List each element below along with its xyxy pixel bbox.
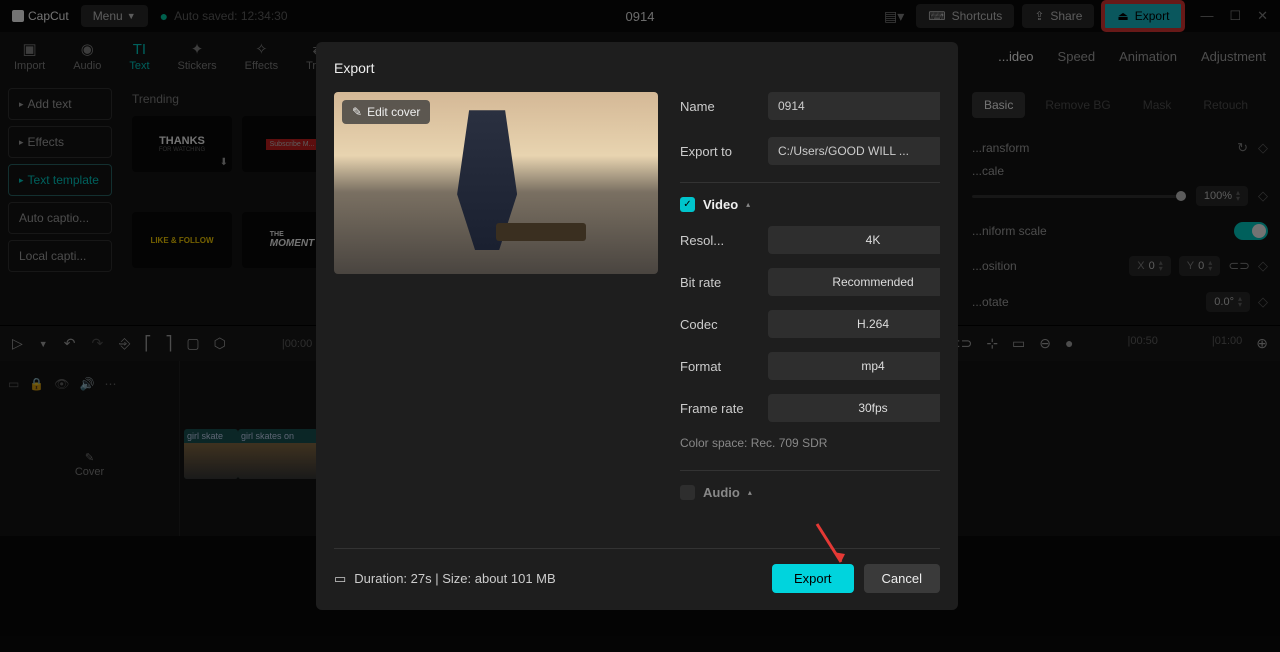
resolution-row: Resol... 4K▾ xyxy=(680,226,940,254)
framerate-row: Frame rate 30fps▾ xyxy=(680,394,940,422)
bitrate-select[interactable]: Recommended▾ xyxy=(768,268,940,296)
framerate-value: 30fps xyxy=(858,401,887,415)
format-select[interactable]: mp4▾ xyxy=(768,352,940,380)
audio-section-header[interactable]: Audio ▴ xyxy=(680,485,940,500)
exportto-input[interactable] xyxy=(768,137,940,165)
colorspace-text: Color space: Rec. 709 SDR xyxy=(680,436,940,450)
format-value: mp4 xyxy=(861,359,884,373)
cancel-button[interactable]: Cancel xyxy=(864,564,940,593)
name-label: Name xyxy=(680,99,756,114)
preview-column: ✎ Edit cover xyxy=(334,92,658,540)
collapse-icon[interactable]: ▴ xyxy=(748,488,752,497)
export-confirm-button[interactable]: Export xyxy=(772,564,854,593)
footer-buttons: Export Cancel xyxy=(772,564,940,593)
collapse-icon[interactable]: ▴ xyxy=(746,200,750,209)
export-form: Name Export to 🗀 ✓ Video ▴ Resol... 4K▾ xyxy=(680,92,940,540)
resolution-label: Resol... xyxy=(680,233,756,248)
codec-label: Codec xyxy=(680,317,756,332)
film-icon: ▭ xyxy=(334,571,346,587)
name-row: Name xyxy=(680,92,940,120)
edit-cover-button[interactable]: ✎ Edit cover xyxy=(342,100,430,124)
resolution-value: 4K xyxy=(866,233,881,247)
export-modal: Export ✎ Edit cover Name Export to 🗀 xyxy=(316,42,958,610)
audio-checkbox[interactable] xyxy=(680,485,695,500)
framerate-label: Frame rate xyxy=(680,401,756,416)
modal-footer: ▭ Duration: 27s | Size: about 101 MB Exp… xyxy=(334,548,940,596)
video-section-label: Video xyxy=(703,197,738,212)
bitrate-value: Recommended xyxy=(832,275,913,289)
pencil-icon: ✎ xyxy=(352,105,362,119)
audio-section-label: Audio xyxy=(703,485,740,500)
modal-title: Export xyxy=(334,60,940,76)
framerate-select[interactable]: 30fps▾ xyxy=(768,394,940,422)
cover-preview: ✎ Edit cover xyxy=(334,92,658,274)
codec-value: H.264 xyxy=(857,317,889,331)
name-input[interactable] xyxy=(768,92,940,120)
video-checkbox[interactable]: ✓ xyxy=(680,197,695,212)
bitrate-label: Bit rate xyxy=(680,275,756,290)
format-row: Format mp4▾ xyxy=(680,352,940,380)
resolution-select[interactable]: 4K▾ xyxy=(768,226,940,254)
divider xyxy=(680,182,940,183)
edit-cover-label: Edit cover xyxy=(367,105,420,119)
modal-body: ✎ Edit cover Name Export to 🗀 ✓ Vi xyxy=(334,92,940,540)
exportto-row: Export to 🗀 xyxy=(680,134,940,168)
exportto-label: Export to xyxy=(680,144,756,159)
duration-text: Duration: 27s | Size: about 101 MB xyxy=(354,571,555,586)
divider xyxy=(680,470,940,471)
duration-info: ▭ Duration: 27s | Size: about 101 MB xyxy=(334,571,556,587)
bitrate-row: Bit rate Recommended▾ xyxy=(680,268,940,296)
video-section-header[interactable]: ✓ Video ▴ xyxy=(680,197,940,212)
codec-row: Codec H.264▾ xyxy=(680,310,940,338)
codec-select[interactable]: H.264▾ xyxy=(768,310,940,338)
format-label: Format xyxy=(680,359,756,374)
